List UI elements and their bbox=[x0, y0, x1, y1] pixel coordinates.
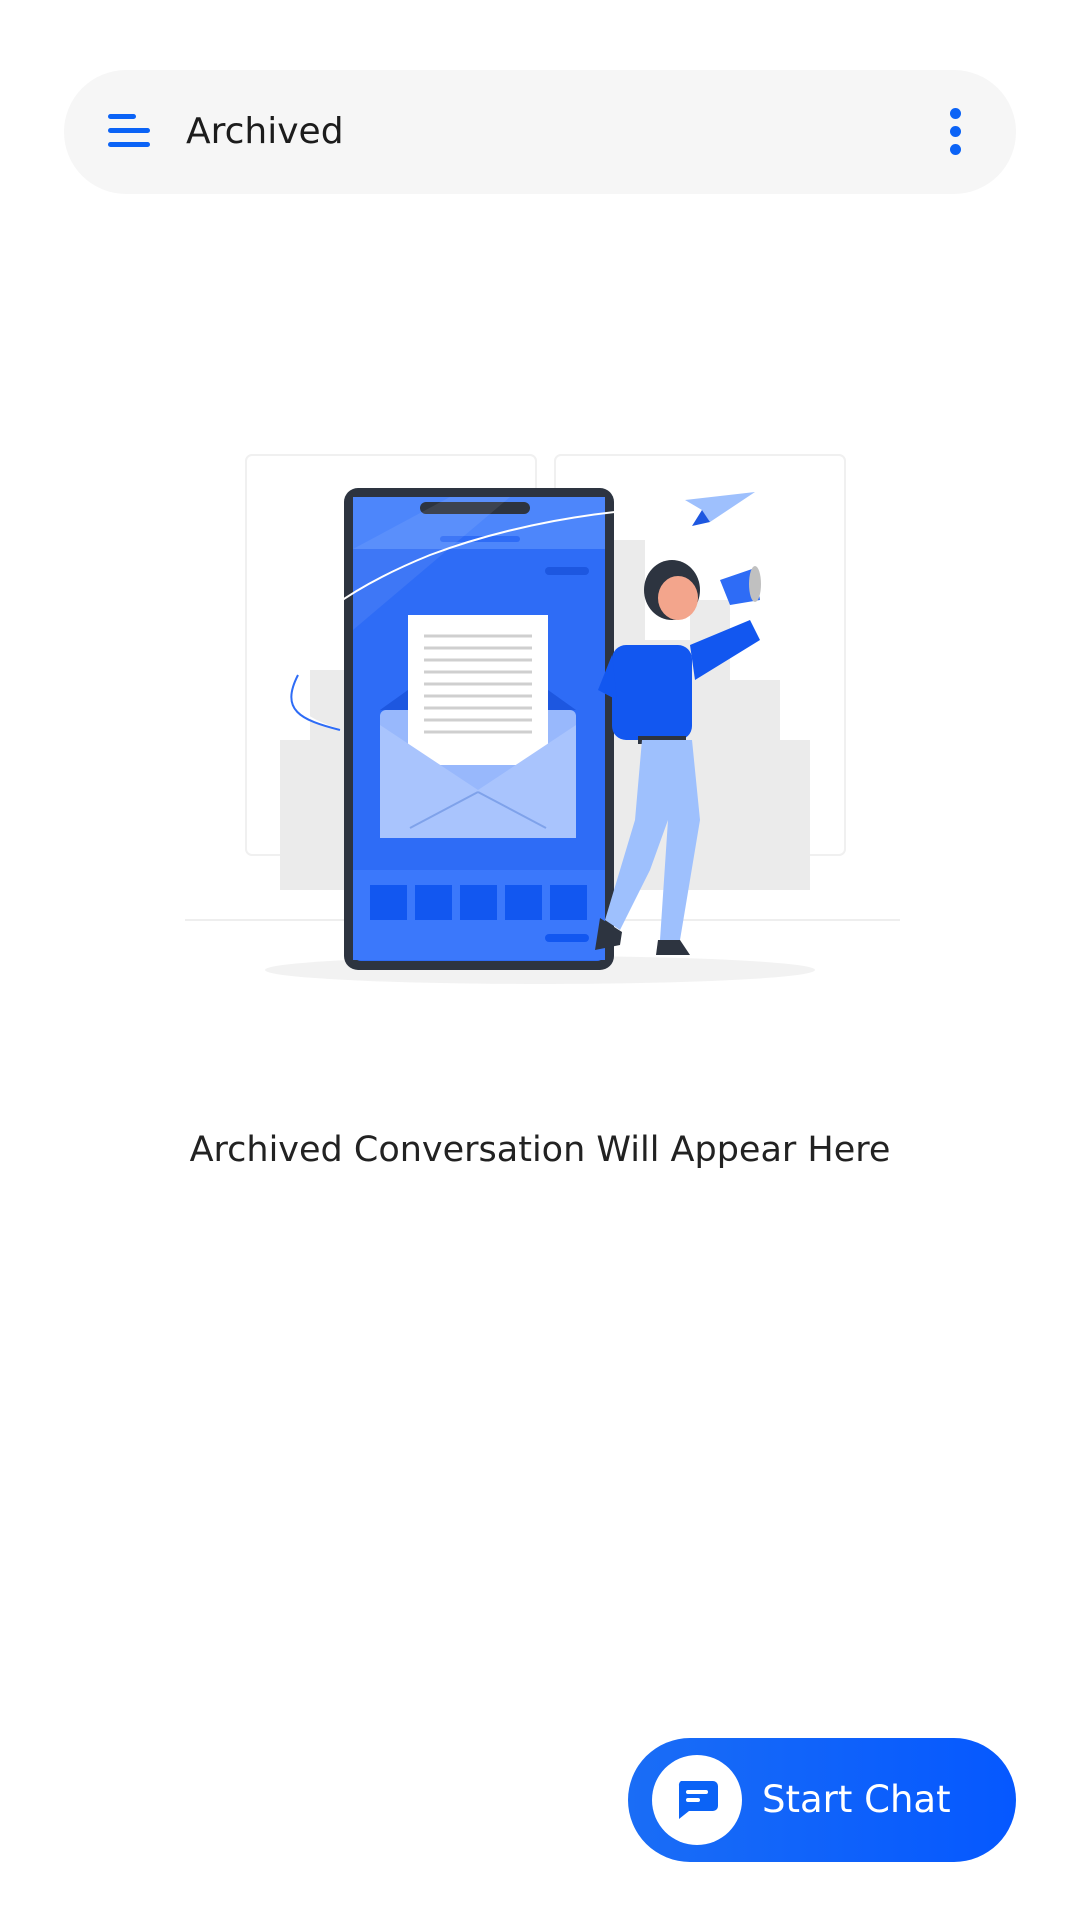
chat-bubble-icon bbox=[652, 1755, 742, 1845]
top-app-bar: Archived bbox=[64, 70, 1016, 194]
empty-state-message: Archived Conversation Will Appear Here bbox=[189, 1130, 891, 1170]
more-vertical-icon[interactable] bbox=[942, 106, 972, 158]
start-chat-label: Start Chat bbox=[762, 1778, 951, 1821]
start-chat-button[interactable]: Start Chat bbox=[628, 1738, 1016, 1862]
page-title: Archived bbox=[186, 111, 344, 152]
empty-state-illustration bbox=[185, 454, 900, 984]
menu-icon[interactable] bbox=[98, 106, 162, 158]
